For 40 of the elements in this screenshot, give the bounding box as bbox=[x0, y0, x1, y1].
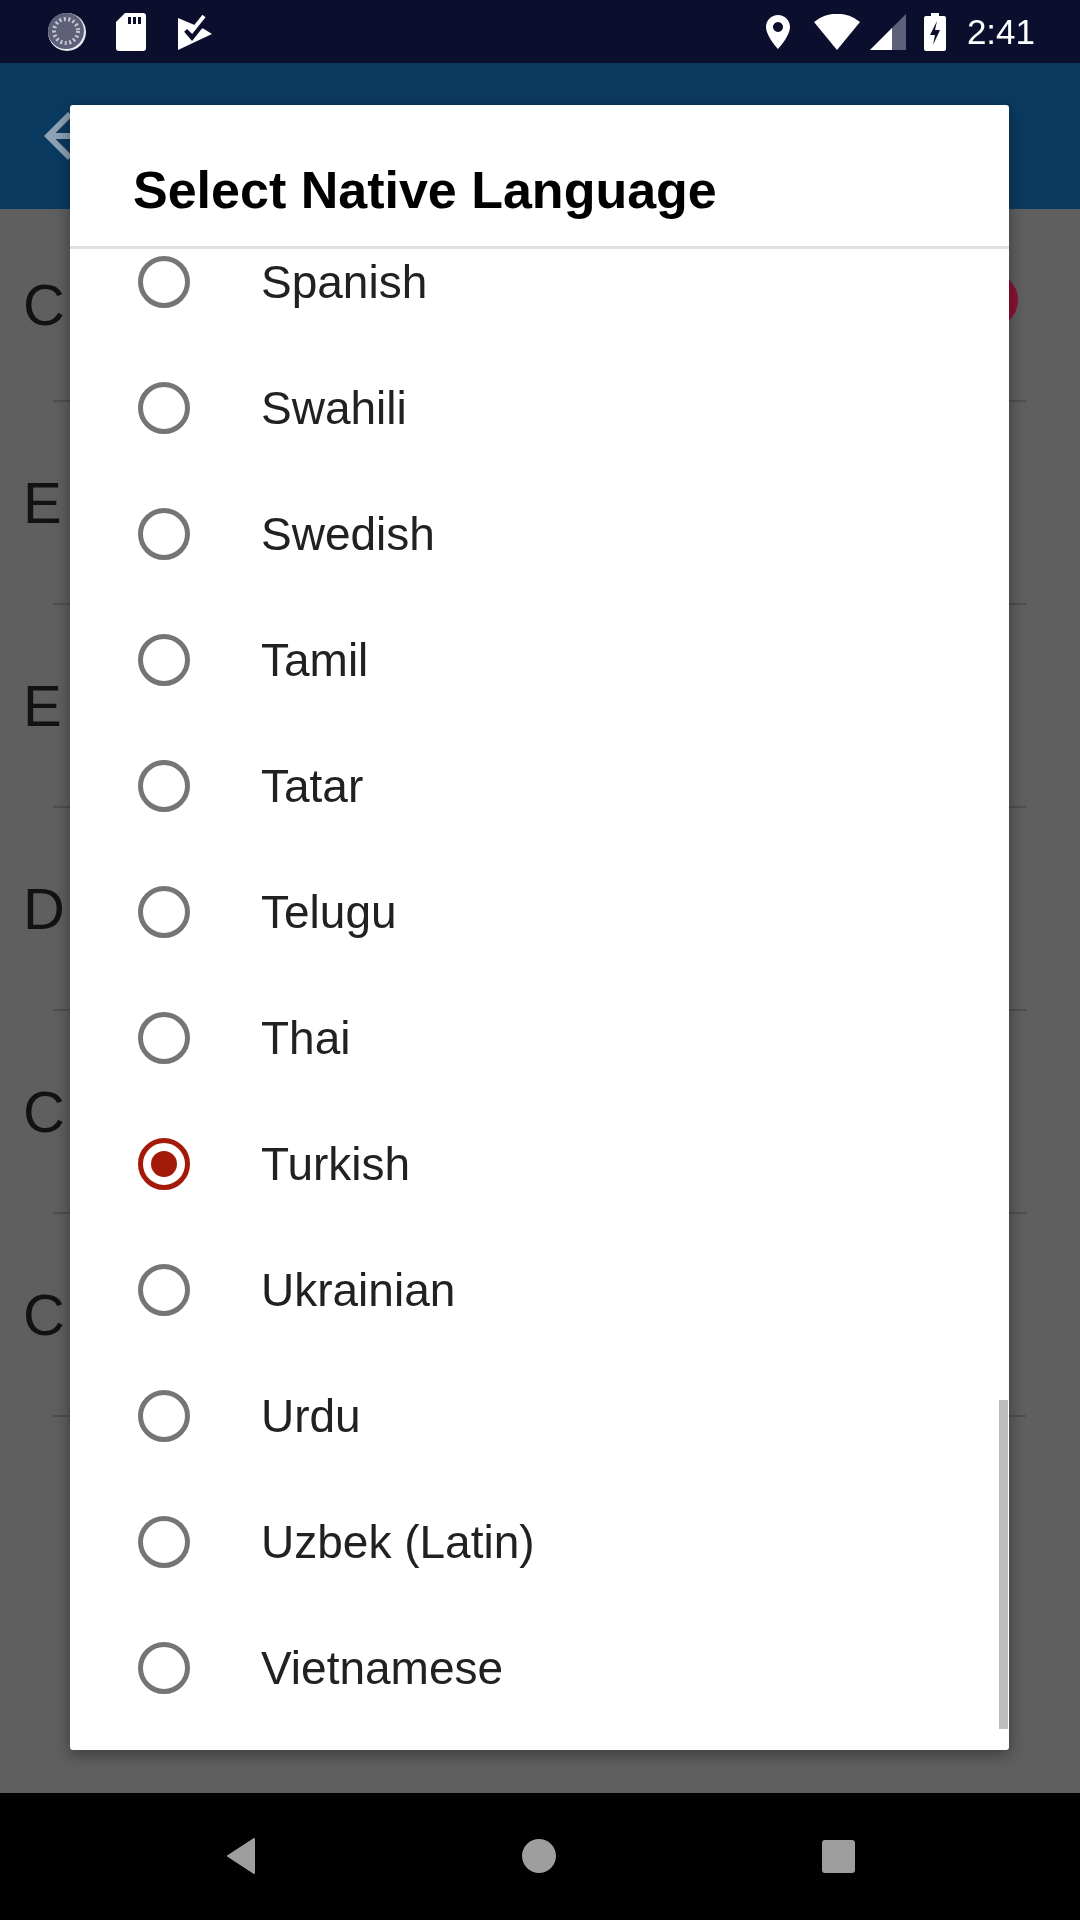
language-option[interactable]: Swedish bbox=[70, 471, 1009, 597]
battery-charging-icon bbox=[923, 12, 946, 51]
language-option[interactable]: Tamil bbox=[70, 597, 1009, 723]
language-option[interactable]: Ukrainian bbox=[70, 1227, 1009, 1353]
list-item-title: D bbox=[23, 879, 65, 938]
sd-card-icon bbox=[116, 12, 146, 51]
radio-icon[interactable] bbox=[138, 1264, 190, 1316]
radio-icon[interactable] bbox=[138, 256, 190, 308]
location-pin-icon bbox=[765, 14, 790, 49]
list-item-title: E bbox=[23, 473, 62, 532]
radio-icon[interactable] bbox=[138, 508, 190, 560]
radio-icon[interactable] bbox=[138, 1642, 190, 1694]
radio-icon[interactable] bbox=[138, 1012, 190, 1064]
list-item-title: C bbox=[23, 1082, 65, 1141]
wifi-icon bbox=[813, 13, 860, 50]
radio-icon[interactable] bbox=[138, 1138, 190, 1190]
signal-icon bbox=[869, 13, 906, 50]
language-option[interactable]: Telugu bbox=[70, 849, 1009, 975]
list-item-title: C bbox=[23, 1285, 65, 1344]
language-option[interactable]: Thai bbox=[70, 975, 1009, 1101]
radio-icon[interactable] bbox=[138, 1516, 190, 1568]
language-option[interactable]: Urdu bbox=[70, 1353, 1009, 1479]
language-option[interactable]: Turkish bbox=[70, 1101, 1009, 1227]
home-icon[interactable] bbox=[522, 1839, 556, 1873]
list-item-title: E bbox=[23, 676, 62, 735]
scrollbar-thumb[interactable] bbox=[999, 1400, 1008, 1729]
language-option[interactable]: Uzbek (Latin) bbox=[70, 1479, 1009, 1605]
radio-icon[interactable] bbox=[138, 886, 190, 938]
radio-icon[interactable] bbox=[138, 1390, 190, 1442]
radio-icon[interactable] bbox=[138, 382, 190, 434]
clock-time: 2:41 bbox=[966, 14, 1035, 49]
checkmark-icon bbox=[178, 13, 212, 50]
language-option[interactable]: Tatar bbox=[70, 723, 1009, 849]
language-option[interactable]: Swahili bbox=[70, 345, 1009, 471]
back-icon[interactable] bbox=[226, 1838, 256, 1874]
dial-icon bbox=[48, 12, 86, 51]
radio-icon[interactable] bbox=[138, 760, 190, 812]
language-option[interactable]: Vietnamese bbox=[70, 1605, 1009, 1731]
list-item-title: C bbox=[23, 275, 65, 334]
radio-icon[interactable] bbox=[138, 634, 190, 686]
